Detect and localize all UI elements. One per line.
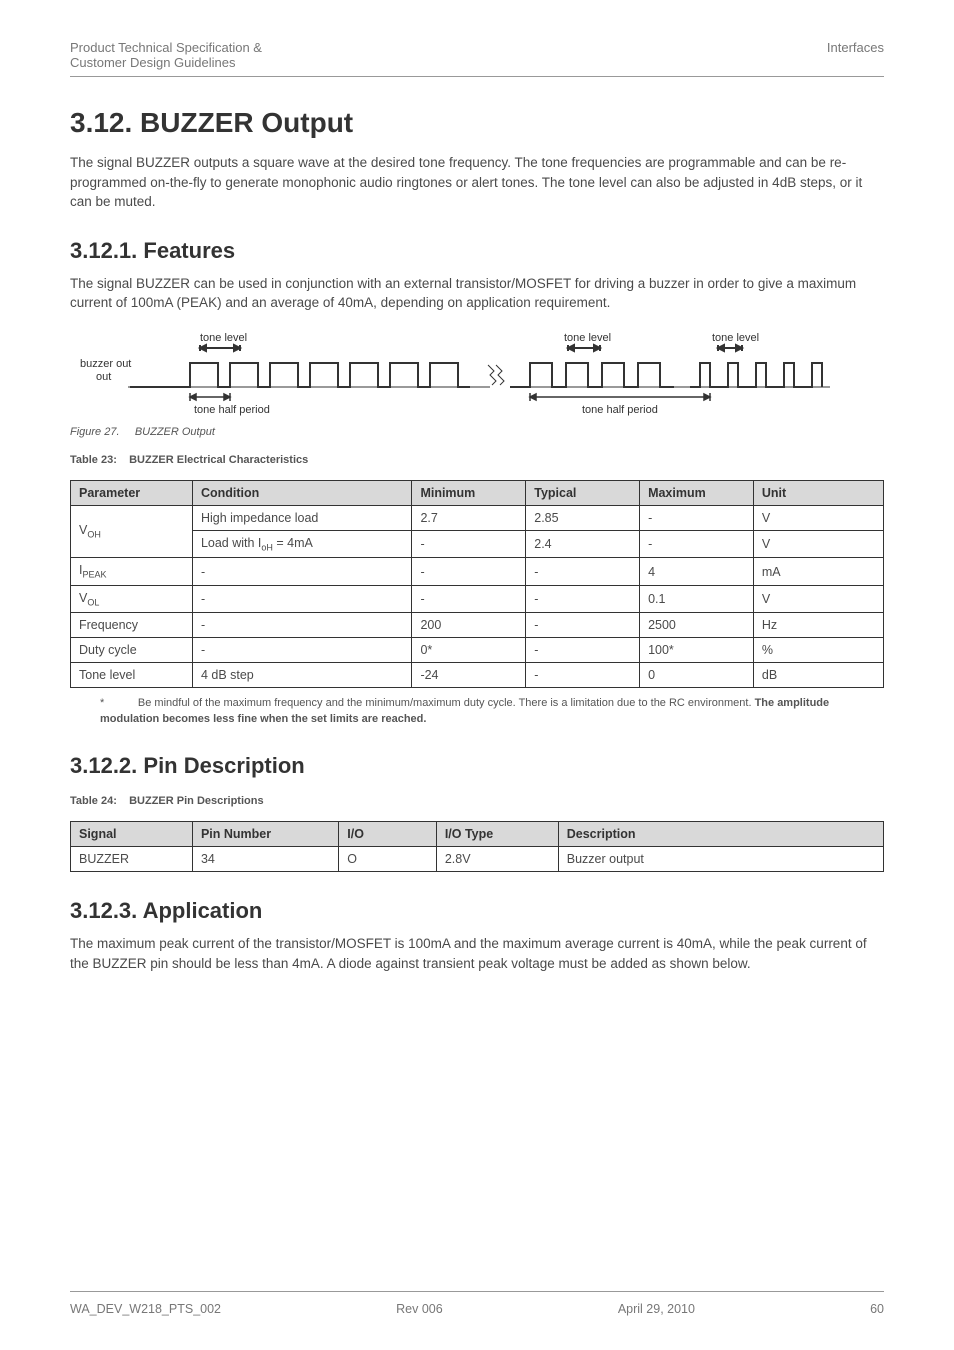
table-row: VOH High impedance load 2.7 2.85 - V [71, 505, 884, 530]
footer-doc-id: WA_DEV_W218_PTS_002 [70, 1302, 221, 1316]
svg-text:tone half period: tone half period [194, 404, 270, 416]
svg-text:tone level: tone level [200, 332, 247, 344]
table23-caption: Table 23: BUZZER Electrical Characterist… [70, 454, 884, 466]
table23-footnote: * Be mindful of the maximum frequency an… [100, 696, 884, 727]
figure-ylabel: buzzer out [80, 358, 131, 370]
table-row: Duty cycle - 0* - 100* % [71, 638, 884, 663]
table-row: BUZZER 34 O 2.8V Buzzer output [71, 847, 884, 872]
svg-text:tone level: tone level [712, 332, 759, 344]
table-buzzer-electrical: Parameter Condition Minimum Typical Maxi… [70, 480, 884, 689]
th-desc: Description [558, 822, 883, 847]
table-buzzer-pin: Signal Pin Number I/O I/O Type Descripti… [70, 821, 884, 872]
table-row: Frequency - 200 - 2500 Hz [71, 613, 884, 638]
header-left: Product Technical Specification & Custom… [70, 40, 262, 70]
svg-text:tone level: tone level [564, 332, 611, 344]
th-condition: Condition [192, 480, 412, 505]
cell-load-ioh: Load with IoH = 4mA [192, 530, 412, 558]
application-title: 3.12.3. Application [70, 898, 884, 924]
cell-voh: VOH [71, 505, 193, 558]
application-body: The maximum peak current of the transist… [70, 934, 884, 973]
page: Product Technical Specification & Custom… [0, 0, 954, 1350]
table-row: VOL - - - 0.1 V [71, 585, 884, 613]
th-pin: Pin Number [192, 822, 338, 847]
cell-ipeak: IPEAK [71, 558, 193, 586]
section-intro: The signal BUZZER outputs a square wave … [70, 153, 884, 212]
figure-caption: Figure 27. BUZZER Output [70, 426, 884, 438]
footer-date: April 29, 2010 [618, 1302, 695, 1316]
th-maximum: Maximum [640, 480, 754, 505]
header-left-line1: Product Technical Specification & [70, 40, 262, 55]
svg-text:tone half period: tone half period [582, 404, 658, 416]
header-left-line2: Customer Design Guidelines [70, 55, 262, 70]
th-signal: Signal [71, 822, 193, 847]
table-row: Tone level 4 dB step -24 - 0 dB [71, 663, 884, 688]
page-header: Product Technical Specification & Custom… [70, 40, 884, 76]
cell-vol: VOL [71, 585, 193, 613]
header-rule [70, 76, 884, 77]
footer-rev: Rev 006 [396, 1302, 443, 1316]
th-iotype: I/O Type [436, 822, 558, 847]
th-minimum: Minimum [412, 480, 526, 505]
page-footer: WA_DEV_W218_PTS_002 Rev 006 April 29, 20… [70, 1291, 884, 1316]
table-row: Load with IoH = 4mA - 2.4 - V [71, 530, 884, 558]
header-right: Interfaces [827, 40, 884, 70]
th-unit: Unit [753, 480, 883, 505]
footer-page: 60 [870, 1302, 884, 1316]
table24-caption: Table 24: BUZZER Pin Descriptions [70, 795, 884, 807]
features-body: The signal BUZZER can be used in conjunc… [70, 274, 884, 313]
figure-buzzer-output: buzzer out out tone level [70, 325, 884, 420]
pindesc-title: 3.12.2. Pin Description [70, 753, 884, 779]
table-row: IPEAK - - - 4 mA [71, 558, 884, 586]
section-title: 3.12. BUZZER Output [70, 107, 884, 139]
th-typical: Typical [526, 480, 640, 505]
features-title: 3.12.1. Features [70, 238, 884, 264]
th-parameter: Parameter [71, 480, 193, 505]
th-io: I/O [339, 822, 437, 847]
svg-text:out: out [96, 371, 111, 383]
